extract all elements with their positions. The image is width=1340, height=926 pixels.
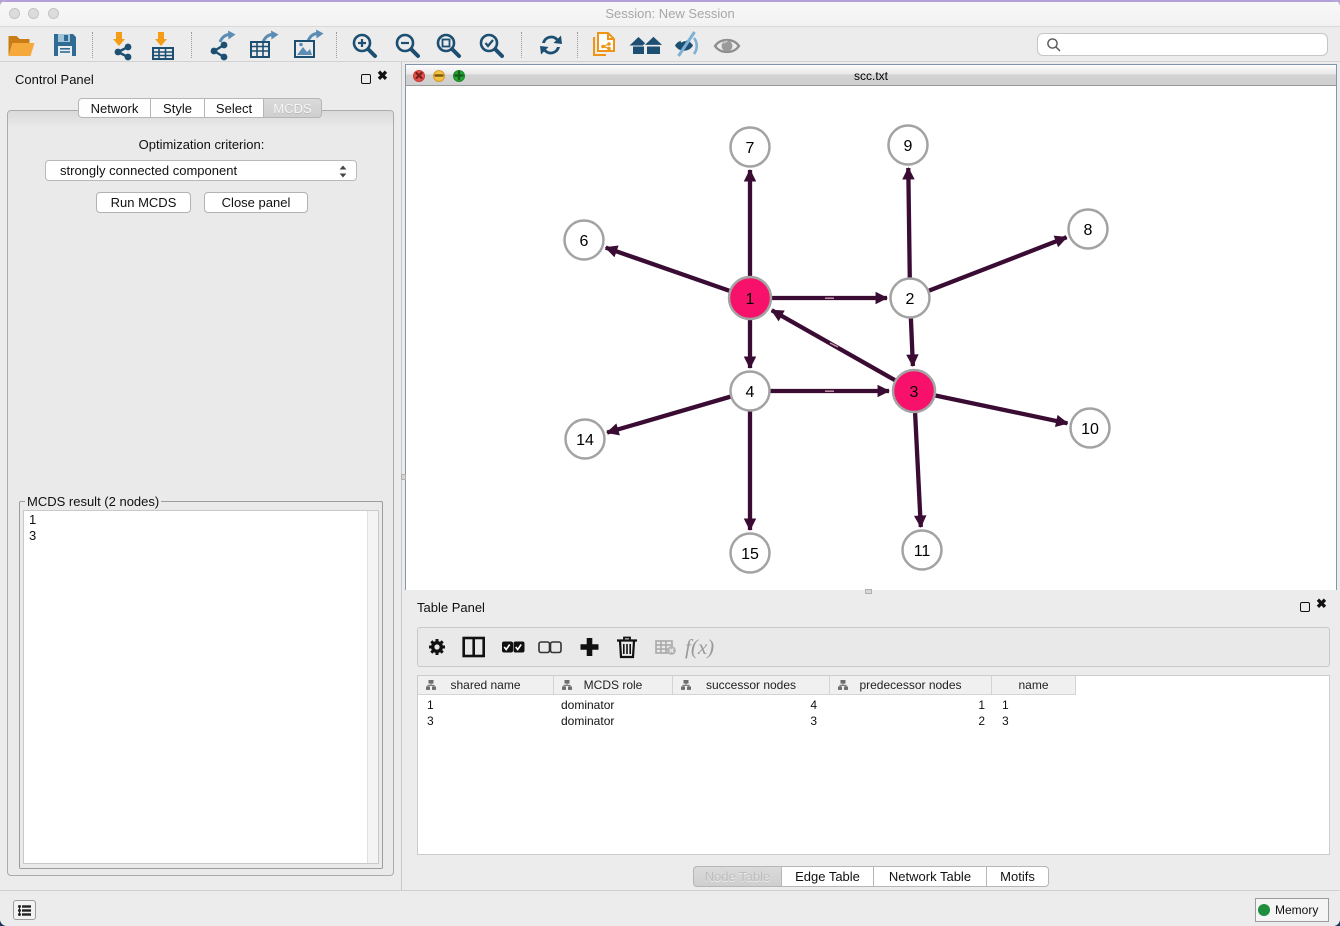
svg-text:10: 10 [1081,421,1099,438]
svg-text:15: 15 [741,546,759,563]
svg-text:1: 1 [746,291,755,308]
svg-text:8: 8 [1084,222,1093,239]
svg-text:3: 3 [910,384,919,401]
svg-text:14: 14 [576,432,594,449]
svg-text:9: 9 [904,138,913,155]
svg-text:4: 4 [746,384,755,401]
svg-text:f(x): f(x) [685,635,714,659]
svg-text:2: 2 [906,291,915,308]
svg-text:6: 6 [580,233,589,250]
svg-text:11: 11 [914,543,931,560]
svg-text:7: 7 [746,140,755,157]
